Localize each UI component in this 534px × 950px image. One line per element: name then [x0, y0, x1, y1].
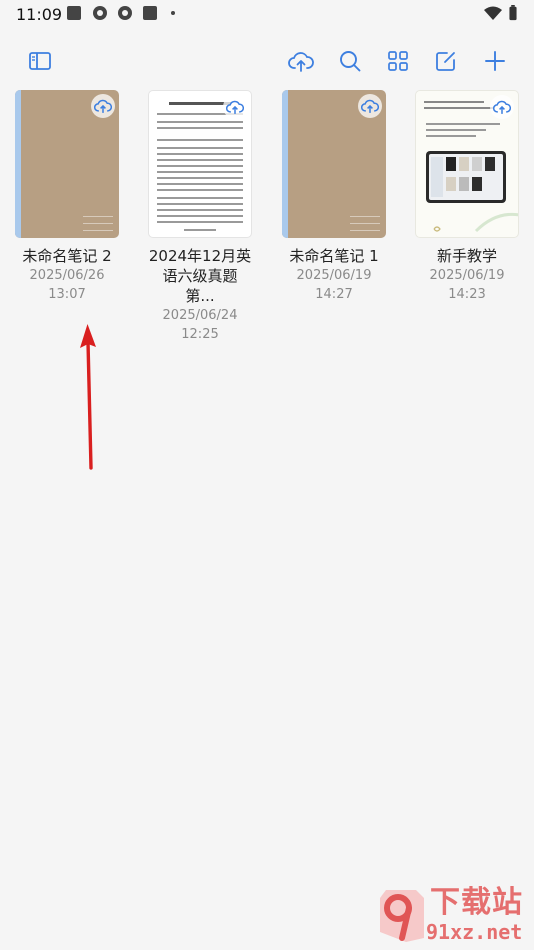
doc-text-line: [157, 165, 243, 167]
search-icon: [340, 51, 361, 72]
doc-text-line: [157, 197, 243, 199]
doc-text-line: [157, 203, 243, 205]
watermark: 下载站 91xz.net: [376, 886, 528, 946]
cover-label-line: [350, 230, 380, 231]
cloud-upload-badge: [91, 94, 115, 118]
watermark-brand: 下载站: [430, 885, 523, 920]
notebook-item[interactable]: 未命名笔记 1 2025/06/19 14:27: [282, 90, 386, 304]
doc-text-line: [157, 177, 243, 179]
doc-text-line: [157, 159, 243, 161]
notification-icon: [67, 6, 81, 20]
watermark-url: 91xz.net: [426, 920, 523, 944]
notebook-cover[interactable]: [148, 90, 252, 238]
notebook-date: 2025/06/24: [162, 308, 238, 323]
plus-icon: [485, 51, 505, 71]
cover-label-line: [83, 230, 113, 231]
edit-button[interactable]: [431, 46, 461, 76]
annotation-arrow-icon: [80, 324, 96, 470]
notebook-time: 14:23: [448, 287, 486, 302]
notebook-title-line: 2024年12月英: [148, 247, 252, 265]
notebook-title: 新手教学: [436, 247, 497, 265]
notebook-cover[interactable]: [15, 90, 119, 238]
notebook-title: 未命名笔记 2: [22, 247, 112, 265]
grid-icon: [388, 51, 408, 71]
notebook-item[interactable]: 2024年12月英 语六级真题第... 2025/06/24 12:25: [148, 90, 252, 344]
doc-text-line: [157, 121, 243, 123]
doc-text-line: [157, 127, 243, 129]
tutorial-decoration: [433, 212, 518, 233]
tutorial-text-line: [426, 129, 486, 131]
cloud-upload-badge: [358, 94, 382, 118]
status-time: 11:09: [16, 5, 63, 24]
status-bar: 11:09: [0, 0, 534, 28]
doc-text-line: [157, 139, 243, 141]
notebook-date: 2025/06/19: [296, 268, 372, 283]
battery-icon: [509, 5, 517, 21]
notebook-item[interactable]: 未命名笔记 2 2025/06/26 13:07: [15, 90, 119, 304]
sidebar-icon: [29, 52, 51, 70]
notebook-cover[interactable]: [415, 90, 519, 238]
notebook-date: 2025/06/19: [429, 268, 505, 283]
cloud-upload-icon: [493, 100, 511, 114]
notebook-spine: [15, 90, 21, 238]
tutorial-text-line: [424, 107, 494, 109]
notebook-cover[interactable]: [282, 90, 386, 238]
watermark-logo-icon: [380, 890, 424, 942]
notebook-title: 未命名笔记 1: [289, 247, 379, 265]
add-button[interactable]: [480, 46, 510, 76]
cloud-upload-icon: [226, 100, 244, 114]
cover-label-line: [83, 216, 113, 217]
doc-text-line: [157, 215, 243, 217]
notebook-title-line: 语六级真题第...: [162, 267, 238, 305]
doc-text-line: [157, 209, 243, 211]
aperture-icon: [93, 6, 107, 20]
app-notification-icon: [143, 6, 157, 20]
tutorial-text-line: [426, 135, 476, 137]
grid-view-button[interactable]: [383, 46, 413, 76]
tutorial-tablet-image: [426, 151, 506, 203]
notebook-spine: [282, 90, 288, 238]
cover-label-line: [350, 223, 380, 224]
doc-text-line: [157, 221, 243, 223]
search-button[interactable]: [335, 46, 365, 76]
doc-text-line: [157, 153, 243, 155]
cloud-sync-button[interactable]: [286, 46, 316, 76]
wifi-icon: [484, 6, 502, 20]
notebook-date: 2025/06/26: [29, 268, 105, 283]
doc-heading-line: [169, 102, 231, 105]
doc-text-line: [157, 147, 243, 149]
cloud-upload-badge: [223, 95, 247, 119]
doc-footer-line: [184, 229, 216, 231]
cover-label-line: [83, 223, 113, 224]
cloud-upload-icon: [94, 99, 112, 113]
notebook-title: 2024年12月英 语六级真题第...: [148, 246, 252, 306]
more-notifications-dot-icon: [171, 11, 175, 15]
edit-icon: [436, 52, 455, 71]
tutorial-text-line: [426, 123, 500, 125]
notebook-time: 12:25: [181, 327, 219, 342]
doc-text-line: [157, 171, 243, 173]
notebook-time: 14:27: [315, 287, 353, 302]
cloud-upload-icon: [288, 52, 314, 72]
cloud-upload-icon: [361, 99, 379, 113]
cloud-upload-badge: [490, 95, 514, 119]
notebook-item[interactable]: 新手教学 2025/06/19 14:23: [415, 90, 519, 304]
doc-text-line: [157, 189, 243, 191]
cover-label-line: [350, 216, 380, 217]
sidebar-toggle-button[interactable]: [25, 46, 55, 76]
tutorial-text-line: [424, 101, 484, 103]
aperture-icon-2: [118, 6, 132, 20]
notebook-time: 13:07: [48, 287, 86, 302]
doc-text-line: [157, 183, 243, 185]
